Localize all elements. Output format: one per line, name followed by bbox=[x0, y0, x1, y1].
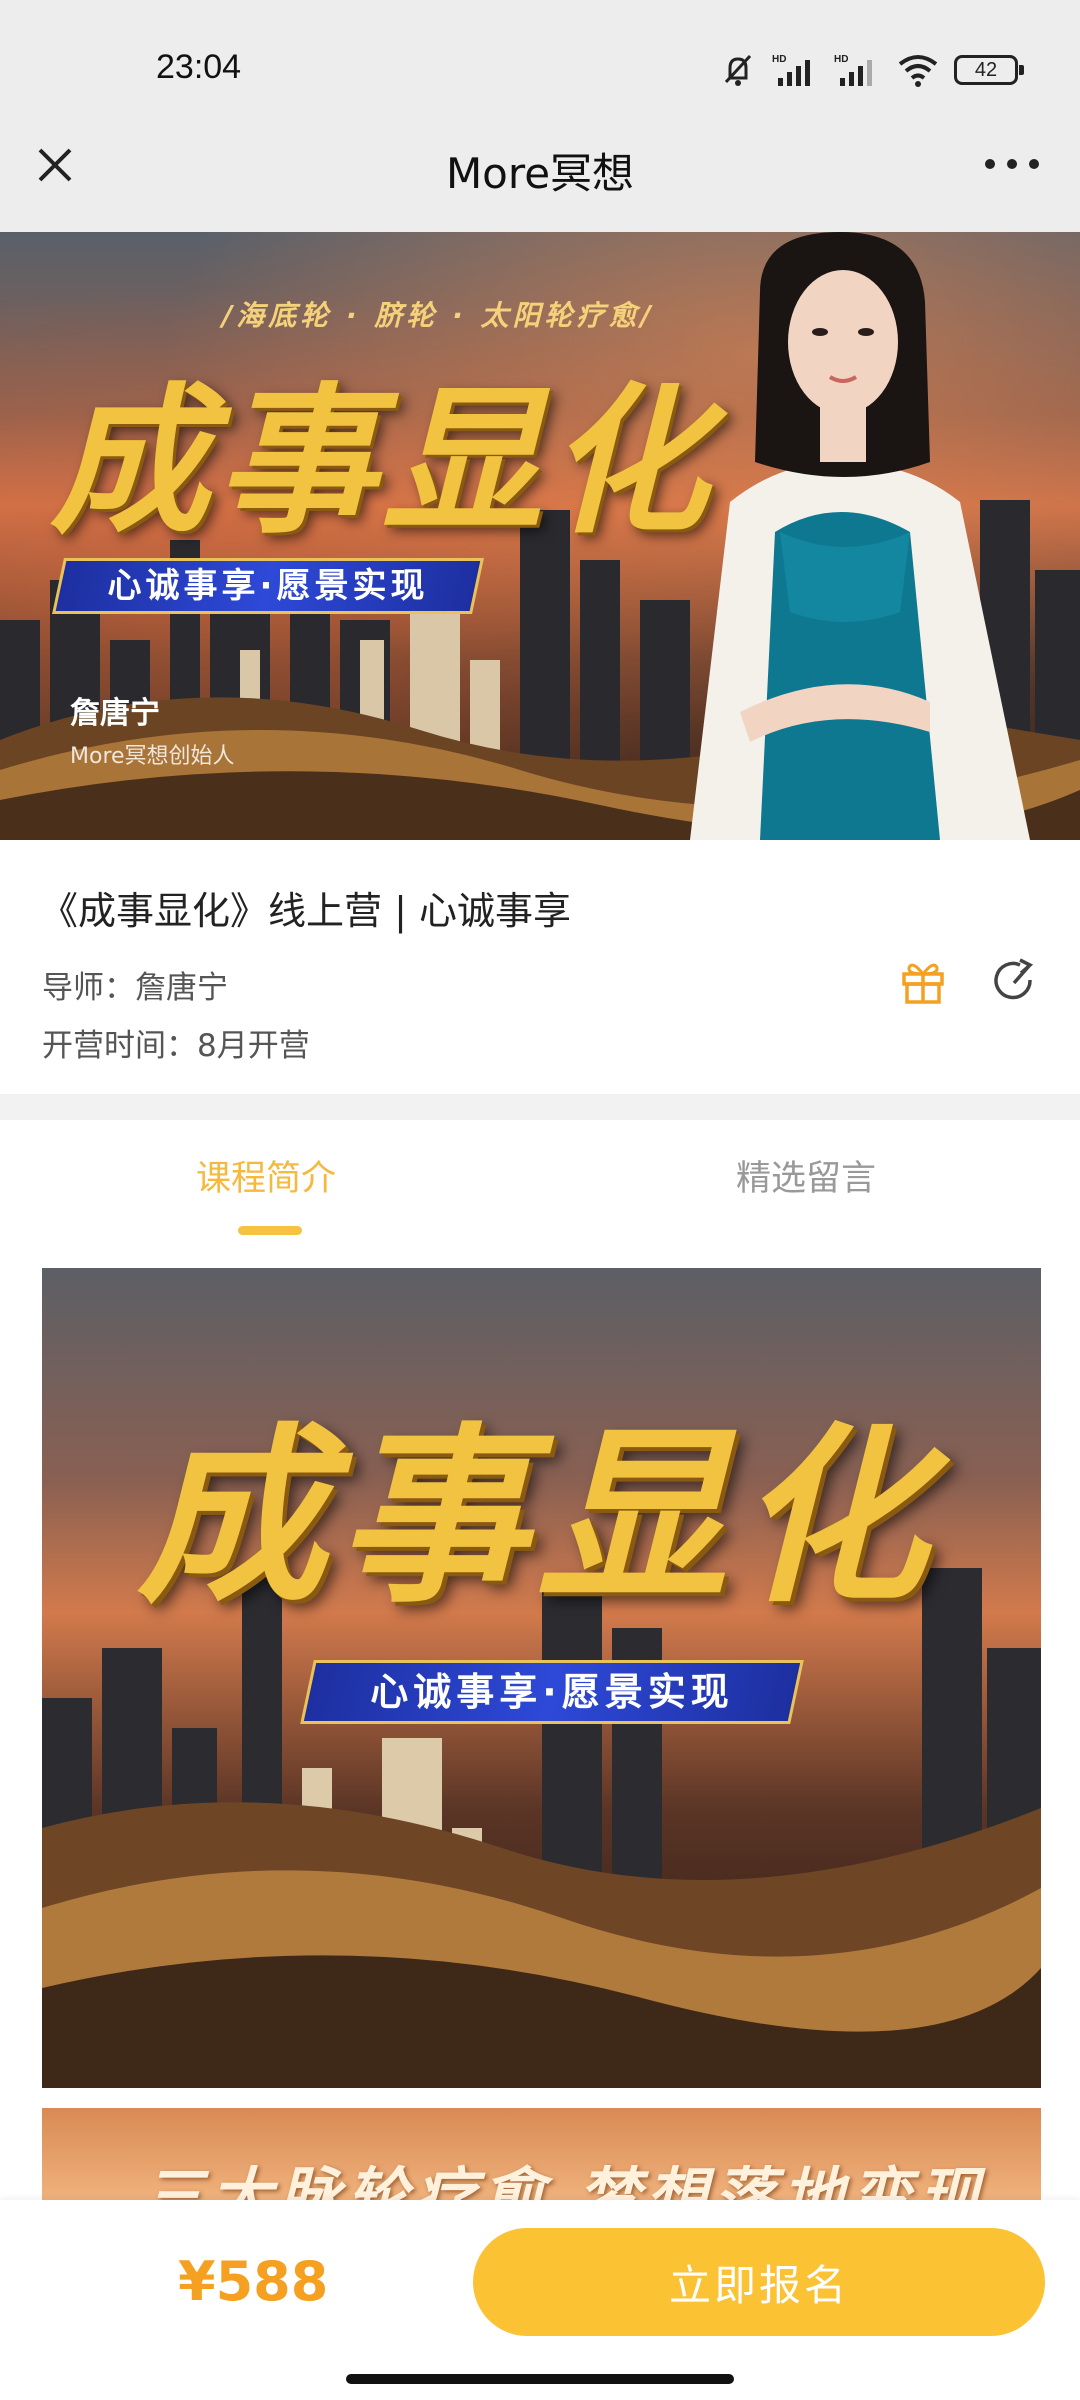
course-mentor: 导师：詹唐宁 bbox=[42, 970, 228, 1006]
hd-signal-icon: HD bbox=[772, 54, 810, 86]
status-icons: HD HD 42 bbox=[718, 48, 1024, 92]
poster-ribbon-text: 心诚事享·愿景实现 bbox=[370, 1670, 734, 1714]
section-divider bbox=[0, 1094, 1080, 1120]
svg-text:HD: HD bbox=[834, 54, 848, 65]
poster-ribbon: 心诚事享·愿景实现 bbox=[300, 1660, 804, 1724]
gift-icon[interactable] bbox=[898, 956, 948, 1006]
hero-presenter-name: 詹唐宁 bbox=[70, 696, 160, 731]
page-title: More冥想 bbox=[445, 149, 635, 198]
course-start-time: 开营时间：8月开营 bbox=[42, 1028, 310, 1064]
tab-active-indicator bbox=[238, 1226, 302, 1235]
hero-ribbon: 心诚事享·愿景实现 bbox=[52, 558, 484, 614]
nav-bar: More冥想 bbox=[0, 110, 1080, 232]
poster-2-text: 三大脉轮疗愈 梦想落地变现 bbox=[142, 2160, 986, 2200]
signup-button[interactable]: 立即报名 bbox=[473, 2228, 1045, 2336]
share-icon[interactable] bbox=[990, 956, 1040, 1006]
tab-course-intro[interactable]: 课程简介 bbox=[196, 1150, 336, 1201]
course-poster-image-2: 三大脉轮疗愈 梦想落地变现 bbox=[42, 2108, 1041, 2200]
poster-title-art: 成事显化 bbox=[137, 1405, 938, 1628]
hero-tagline: /海底轮 · 脐轮 · 太阳轮疗愈/ bbox=[222, 299, 655, 332]
price-label: ¥588 bbox=[178, 2250, 329, 2313]
course-poster-image: 成事显化 心诚事享·愿景实现 bbox=[42, 1268, 1041, 2088]
hd-signal-icon: HD bbox=[834, 54, 872, 86]
course-title: 《成事显化》线上营 | 心诚事享 bbox=[40, 889, 571, 933]
more-icon[interactable] bbox=[982, 154, 1042, 174]
page: 23:04 HD HD 42 More冥想 /海底轮 · 脐轮 · 太阳轮疗愈/… bbox=[0, 0, 1080, 2400]
tab-selected-comments[interactable]: 精选留言 bbox=[736, 1150, 876, 1201]
hero-title-art: 成事显化 bbox=[50, 367, 715, 555]
home-indicator[interactable] bbox=[346, 2374, 734, 2384]
wifi-icon bbox=[898, 55, 938, 87]
hero-presenter-role: More冥想创始人 bbox=[70, 744, 235, 769]
battery-icon: 42 bbox=[954, 55, 1024, 85]
hero-ribbon-text: 心诚事享·愿景实现 bbox=[107, 566, 429, 606]
bottom-action-bar: ¥588 立即报名 bbox=[0, 2200, 1080, 2400]
svg-text:HD: HD bbox=[772, 54, 786, 65]
mute-icon bbox=[724, 54, 752, 86]
status-time: 23:04 bbox=[156, 48, 242, 86]
